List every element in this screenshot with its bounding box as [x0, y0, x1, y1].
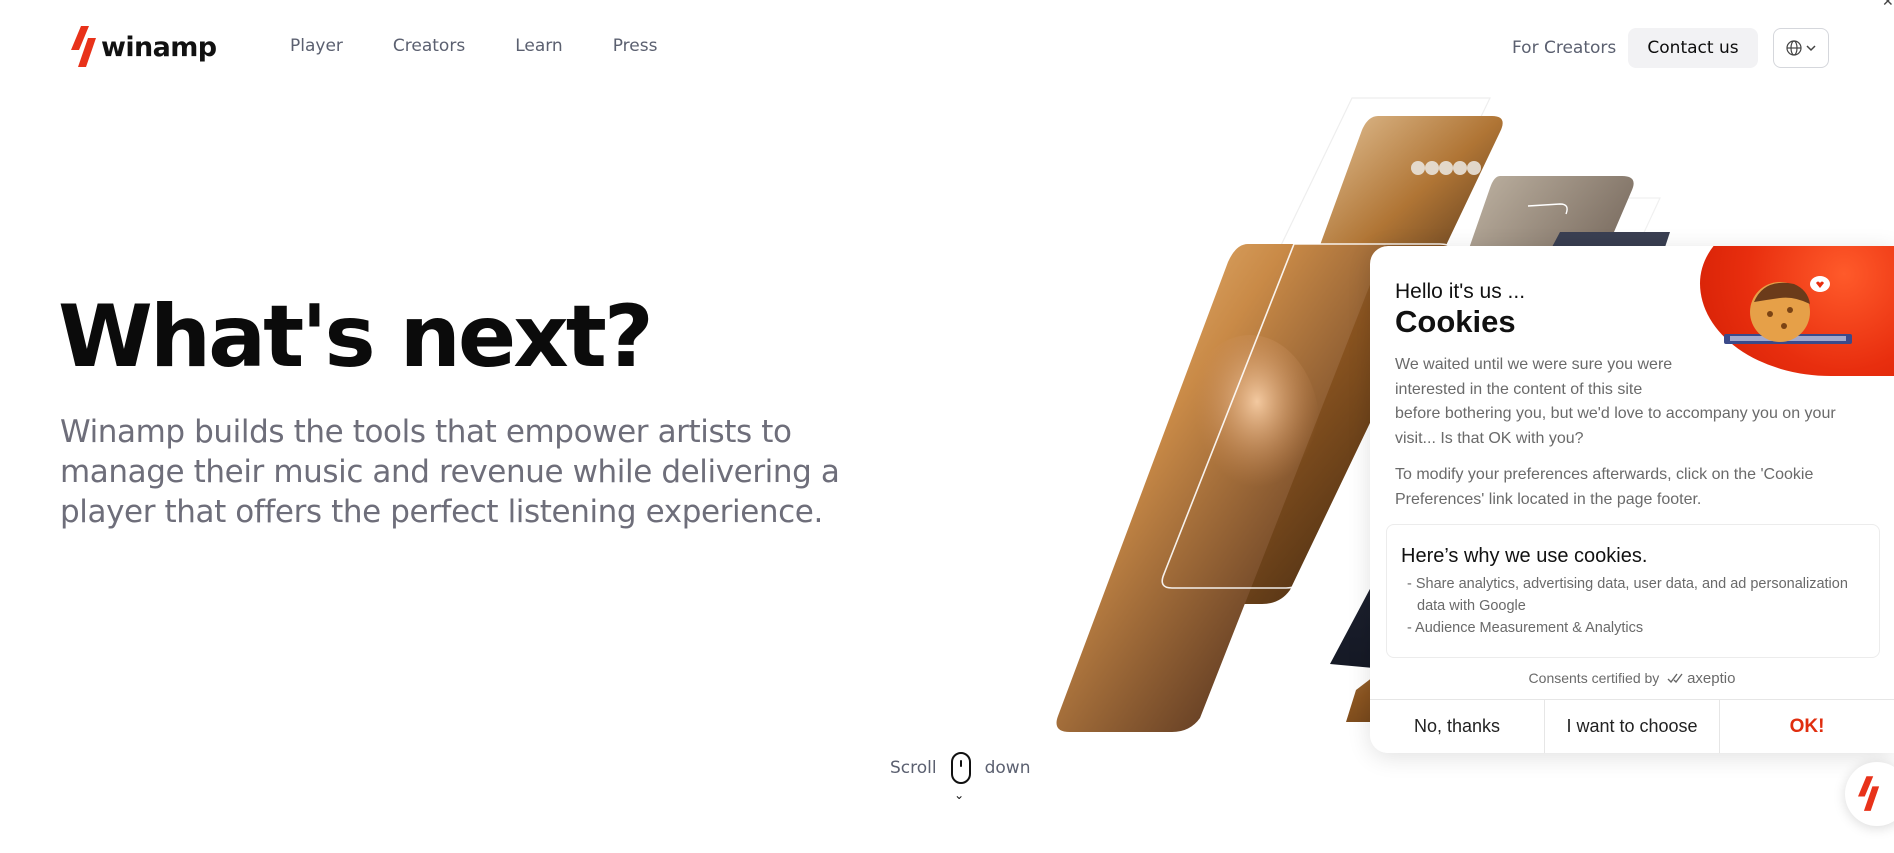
no-thanks-button[interactable]: No, thanks: [1370, 700, 1545, 753]
mouse-icon: ⌄: [950, 752, 971, 802]
certified-label: Consents certified by: [1528, 670, 1660, 686]
cookie-intro: We waited until we were sure you were in…: [1395, 353, 1836, 451]
cookie-intro-line: interested in the content of this site: [1395, 380, 1643, 398]
cookie-reasons-box: Here’s why we use cookies. - Share analy…: [1386, 524, 1880, 658]
axeptio-check-icon: [1667, 673, 1683, 684]
nav-player[interactable]: Player: [290, 36, 343, 56]
cookie-intro-line: before bothering you, but we'd love to a…: [1395, 405, 1836, 422]
scroll-down-hint[interactable]: Scroll ⌄ down: [890, 752, 1031, 802]
cookie-reasons-title: Here’s why we use cookies.: [1401, 545, 1648, 567]
close-icon[interactable]: ✕: [1882, 0, 1894, 10]
cookie-intro-line: We waited until we were sure you were: [1395, 356, 1673, 373]
list-item: - Audience Measurement & Analytics: [1407, 620, 1644, 636]
site-header: winamp Player Creators Learn Press For C…: [0, 0, 1894, 96]
cookie-widget-button[interactable]: [1845, 762, 1894, 826]
winamp-logo[interactable]: winamp: [71, 26, 217, 68]
nav-creators[interactable]: Creators: [393, 36, 465, 56]
cookie-greeting: Hello it's us ...: [1395, 280, 1526, 303]
cookie-mascot-icon: [1724, 276, 1852, 344]
globe-icon: [1786, 40, 1802, 56]
contact-us-button[interactable]: Contact us: [1628, 28, 1758, 68]
cookie-preferences-note: To modify your preferences afterwards, c…: [1395, 466, 1814, 508]
cookie-reasons-list: - Share analytics, advertising data, use…: [1407, 573, 1877, 639]
list-item: - Share analytics, advertising data, use…: [1407, 576, 1848, 614]
down-label: down: [984, 758, 1031, 778]
nav-press[interactable]: Press: [613, 36, 658, 56]
winamp-bolt-icon: [71, 26, 96, 67]
consent-certified: Consents certified by axeptio: [1370, 670, 1894, 687]
ok-button[interactable]: OK!: [1720, 700, 1894, 753]
chevron-down-icon: ⌄: [954, 788, 965, 802]
for-creators-link[interactable]: For Creators: [1512, 38, 1616, 58]
cookie-intro-line: visit... Is that OK with you?: [1395, 429, 1584, 447]
cookie-consent-panel: Hello it's us ... Cookies We waited unti…: [1370, 246, 1894, 753]
hero-title: What's next?: [58, 287, 654, 387]
winamp-bolt-icon: [1858, 776, 1880, 811]
cookie-actions: No, thanks I want to choose OK!: [1370, 699, 1894, 753]
choose-button[interactable]: I want to choose: [1545, 700, 1720, 753]
cookie-title: Cookies: [1395, 304, 1516, 339]
scroll-label: Scroll: [890, 758, 937, 778]
hero-subtitle-line: player that offers the perfect listening…: [60, 494, 823, 530]
logo-wordmark: winamp: [101, 31, 217, 63]
axeptio-brand[interactable]: axeptio: [1687, 670, 1735, 687]
language-selector[interactable]: [1773, 28, 1829, 68]
nav-learn[interactable]: Learn: [515, 36, 563, 56]
hero-subtitle: Winamp builds the tools that empower art…: [60, 412, 860, 532]
hero-subtitle-line: Winamp builds the tools that empower art…: [60, 414, 792, 450]
hero-subtitle-line: manage their music and revenue while del…: [60, 454, 840, 490]
main-nav: Player Creators Learn Press: [290, 36, 657, 56]
chevron-down-icon: [1806, 45, 1816, 52]
